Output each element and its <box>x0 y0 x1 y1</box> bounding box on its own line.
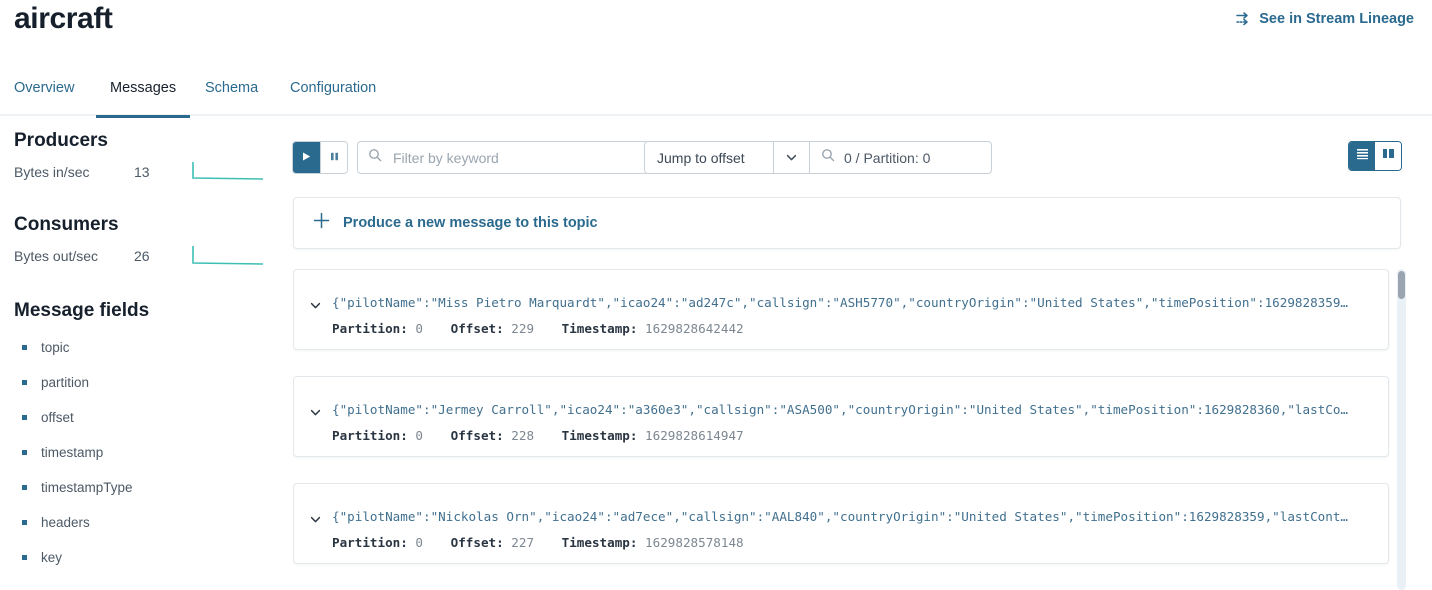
message-fields-list: topic partition offset timestamp timesta… <box>0 330 292 575</box>
topic-messages-page: aircraft See in Stream Lineage Overview … <box>0 0 1432 590</box>
offset-label: Offset: <box>450 535 504 550</box>
partition-label: Partition: <box>332 535 408 550</box>
partition-value: 0 <box>415 535 424 550</box>
partition-label: Partition: <box>332 321 408 336</box>
arrows-right-icon <box>1236 11 1252 27</box>
partition-label: Partition: <box>332 428 408 443</box>
sidebar: Producers Bytes in/sec 13 Consumers Byte… <box>0 130 292 575</box>
bytes-out-label: Bytes out/sec <box>14 248 99 264</box>
tab-bar: Overview Messages Schema Configuration <box>0 80 1432 118</box>
message-metadata: Partition: 0 Offset: 229 Timestamp: 1629… <box>332 321 764 336</box>
message-field-item[interactable]: key <box>0 540 292 575</box>
bytes-out-sparkline <box>191 242 265 270</box>
bytes-in-sparkline <box>191 158 265 186</box>
tab-messages[interactable]: Messages <box>95 80 191 118</box>
bytes-out-value: 26 <box>134 248 150 264</box>
produce-new-message-panel[interactable]: Produce a new message to this topic <box>293 197 1401 249</box>
view-toggle-group <box>1348 141 1402 171</box>
bytes-in-label: Bytes in/sec <box>14 164 90 180</box>
partition-value: 0 <box>415 428 424 443</box>
filter-by-keyword-box[interactable] <box>357 141 649 174</box>
bytes-in-value: 13 <box>134 164 150 180</box>
message-json-preview: {"pilotName":"Nickolas Orn","icao24":"ad… <box>332 509 1348 524</box>
timestamp-value: 1629828642442 <box>645 321 744 336</box>
page-title: aircraft <box>14 2 113 35</box>
message-row[interactable]: {"pilotName":"Nickolas Orn","icao24":"ad… <box>293 483 1389 564</box>
message-row[interactable]: {"pilotName":"Jermey Carroll","icao24":"… <box>293 376 1389 457</box>
search-icon <box>821 148 835 167</box>
offset-value: 229 <box>511 321 535 336</box>
play-button[interactable] <box>293 142 320 173</box>
pause-button[interactable] <box>320 142 347 173</box>
message-field-item[interactable]: topic <box>0 330 292 365</box>
tab-overview[interactable]: Overview <box>14 80 74 116</box>
chevron-down-icon[interactable] <box>773 142 809 173</box>
message-json-preview: {"pilotName":"Miss Pietro Marquardt","ic… <box>332 295 1348 310</box>
message-field-item[interactable]: headers <box>0 505 292 540</box>
message-field-item[interactable]: timestampType <box>0 470 292 505</box>
timestamp-value: 1629828578148 <box>645 535 744 550</box>
page-header: aircraft See in Stream Lineage <box>0 0 1432 72</box>
scrollbar-thumb[interactable] <box>1398 271 1405 299</box>
timestamp-label: Timestamp: <box>561 535 638 550</box>
card-view-button[interactable] <box>1375 142 1401 170</box>
partition-value: 0 <box>415 321 424 336</box>
message-field-item[interactable]: timestamp <box>0 435 292 470</box>
offset-search-value: 0 / Partition: 0 <box>844 149 931 166</box>
see-in-stream-lineage-link[interactable]: See in Stream Lineage <box>1236 11 1414 27</box>
message-json-preview: {"pilotName":"Jermey Carroll","icao24":"… <box>332 402 1348 417</box>
jump-to-offset-select[interactable]: Jump to offset <box>645 142 773 173</box>
pause-icon <box>329 149 340 167</box>
tab-configuration[interactable]: Configuration <box>290 80 376 116</box>
play-icon <box>301 149 312 167</box>
plus-icon <box>313 212 330 234</box>
message-field-item[interactable]: partition <box>0 365 292 400</box>
offset-label: Offset: <box>450 428 504 443</box>
list-view-icon <box>1355 147 1370 165</box>
offset-value: 228 <box>511 428 535 443</box>
producers-heading: Producers <box>14 130 108 151</box>
consumers-bytes-out-row: Bytes out/sec 26 <box>14 242 292 276</box>
message-metadata: Partition: 0 Offset: 228 Timestamp: 1629… <box>332 428 764 443</box>
producers-bytes-in-row: Bytes in/sec 13 <box>14 158 292 192</box>
play-pause-group <box>292 141 348 174</box>
card-view-icon <box>1381 147 1396 165</box>
jump-to-offset-group: Jump to offset 0 / Partition: 0 <box>644 141 992 174</box>
consumers-heading: Consumers <box>14 214 119 235</box>
timestamp-label: Timestamp: <box>561 428 638 443</box>
offset-value: 227 <box>511 535 535 550</box>
timestamp-value: 1629828614947 <box>645 428 744 443</box>
chevron-down-icon[interactable] <box>309 406 322 424</box>
offset-label: Offset: <box>450 321 504 336</box>
message-field-item[interactable]: offset <box>0 400 292 435</box>
message-fields-heading: Message fields <box>14 300 150 321</box>
produce-new-message-label: Produce a new message to this topic <box>343 215 598 231</box>
message-list: {"pilotName":"Miss Pietro Marquardt","ic… <box>293 269 1401 590</box>
chevron-down-icon[interactable] <box>309 299 322 317</box>
filter-input[interactable] <box>391 148 631 167</box>
chevron-down-icon[interactable] <box>309 513 322 531</box>
lineage-link-label: See in Stream Lineage <box>1259 11 1414 27</box>
message-list-scrollbar[interactable] <box>1397 269 1406 590</box>
tab-schema[interactable]: Schema <box>205 80 258 116</box>
timestamp-label: Timestamp: <box>561 321 638 336</box>
offset-search-box[interactable]: 0 / Partition: 0 <box>809 142 991 173</box>
message-metadata: Partition: 0 Offset: 227 Timestamp: 1629… <box>332 535 764 550</box>
list-view-button[interactable] <box>1349 142 1375 170</box>
search-icon <box>368 148 382 167</box>
message-row[interactable]: {"pilotName":"Miss Pietro Marquardt","ic… <box>293 269 1389 350</box>
